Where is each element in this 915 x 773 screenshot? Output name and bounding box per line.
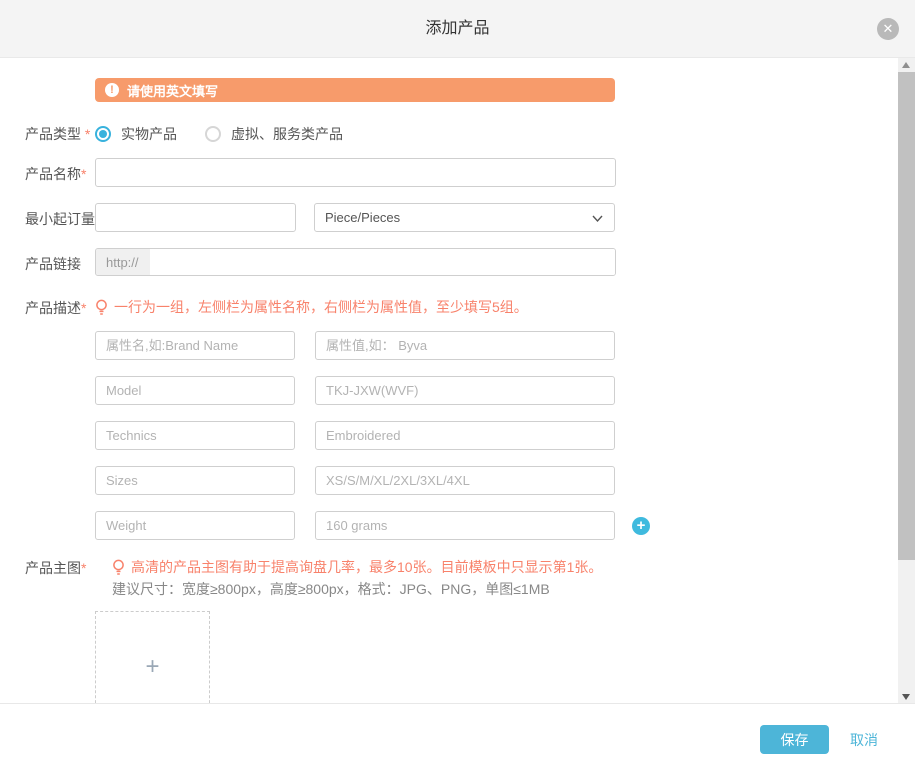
attr-pair-row: [95, 376, 875, 405]
product-name-row: 产品名称*: [25, 158, 875, 187]
desc-hint-text: 一行为一组，左侧栏为属性名称，右侧栏为属性值，至少填写5组。: [114, 297, 528, 317]
save-button[interactable]: 保存: [760, 725, 829, 754]
attr-value-input[interactable]: [315, 466, 615, 495]
desc-hint: 一行为一组，左侧栏为属性名称，右侧栏为属性值，至少填写5组。: [95, 292, 875, 317]
attr-name-input[interactable]: [95, 511, 295, 540]
product-image-label: 产品主图*: [25, 552, 95, 703]
vertical-scrollbar: [898, 58, 915, 703]
cancel-button[interactable]: 取消: [850, 730, 878, 750]
attr-name-input[interactable]: [95, 466, 295, 495]
product-desc-label: 产品描述*: [25, 292, 95, 540]
plus-circle-icon[interactable]: +: [632, 517, 650, 535]
modal-footer: 保存 取消: [0, 703, 915, 773]
product-type-row: 产品类型 * 实物产品 虚拟、服务类产品: [25, 122, 875, 144]
attr-pair-row: [95, 421, 875, 450]
exclamation-circle-icon: !: [105, 83, 119, 97]
product-name-label: 产品名称*: [25, 158, 95, 187]
image-upload-box[interactable]: +: [95, 611, 210, 703]
image-hint-text: 高清的产品主图有助于提高询盘几率，最多10张。目前模板中只显示第1张。: [131, 557, 602, 577]
add-product-modal: 添加产品 ✕ ! 请使用英文填写 产品类型 * 实物产品 虚拟、服务类产品: [0, 0, 915, 773]
url-prefix: http://: [96, 249, 150, 275]
attr-value-input[interactable]: [315, 421, 615, 450]
modal-body: ! 请使用英文填写 产品类型 * 实物产品 虚拟、服务类产品 产品: [0, 58, 915, 703]
chevron-down-icon: [592, 213, 603, 224]
product-name-input[interactable]: [95, 158, 616, 187]
close-icon[interactable]: ✕: [877, 18, 899, 40]
product-type-label: 产品类型 *: [25, 122, 95, 144]
attr-name-input[interactable]: [95, 331, 295, 360]
attr-value-input[interactable]: [315, 331, 615, 360]
moq-input[interactable]: [95, 203, 296, 232]
scrollbar-thumb[interactable]: [898, 72, 915, 560]
moq-unit-select[interactable]: Piece/Pieces: [314, 203, 615, 232]
scroll-down-icon[interactable]: [898, 689, 915, 703]
attr-pair-row: +: [95, 511, 875, 540]
scroll-up-icon[interactable]: [898, 58, 915, 72]
notice-text: 请使用英文填写: [127, 81, 218, 100]
moq-label: 最小起订量*: [25, 203, 95, 232]
radio-virtual-product[interactable]: 虚拟、服务类产品: [205, 124, 343, 144]
attr-pair-row: [95, 466, 875, 495]
attr-name-input[interactable]: [95, 376, 295, 405]
modal-title: 添加产品: [0, 0, 915, 58]
radio-physical-product[interactable]: 实物产品: [95, 124, 177, 144]
product-link-row: 产品链接 http://: [25, 248, 875, 276]
english-notice-banner: ! 请使用英文填写: [95, 78, 615, 102]
upload-plus-icon: +: [145, 653, 159, 681]
attr-value-input[interactable]: [315, 376, 615, 405]
radio-icon: [205, 126, 221, 142]
product-type-options: 实物产品 虚拟、服务类产品: [95, 122, 875, 144]
moq-row: 最小起订量* Piece/Pieces: [25, 203, 875, 232]
radio-icon: [95, 126, 111, 142]
bulb-icon: [112, 559, 125, 576]
product-desc-row: 产品描述* 一行为一组，左侧栏为属性名称，右侧栏为属性值，至少填写5组。: [25, 292, 875, 540]
image-hint: 高清的产品主图有助于提高询盘几率，最多10张。目前模板中只显示第1张。: [112, 552, 875, 577]
image-size-hint: 建议尺寸：宽度≥800px，高度≥800px，格式：JPG、PNG，单图≤1MB: [112, 579, 875, 599]
attr-value-input[interactable]: [315, 511, 615, 540]
product-link-field: http://: [95, 248, 616, 276]
modal-header: 添加产品 ✕: [0, 0, 915, 58]
product-link-label: 产品链接: [25, 248, 95, 276]
attr-name-input[interactable]: [95, 421, 295, 450]
attr-pair-row: [95, 331, 875, 360]
moq-unit-value: Piece/Pieces: [325, 210, 400, 225]
product-image-row: 产品主图* 高清的产品主图有助于提高询盘几率，最多10张。目前模板中只显示第1张…: [25, 552, 875, 703]
bulb-icon: [95, 299, 108, 316]
product-link-input[interactable]: [150, 249, 615, 275]
